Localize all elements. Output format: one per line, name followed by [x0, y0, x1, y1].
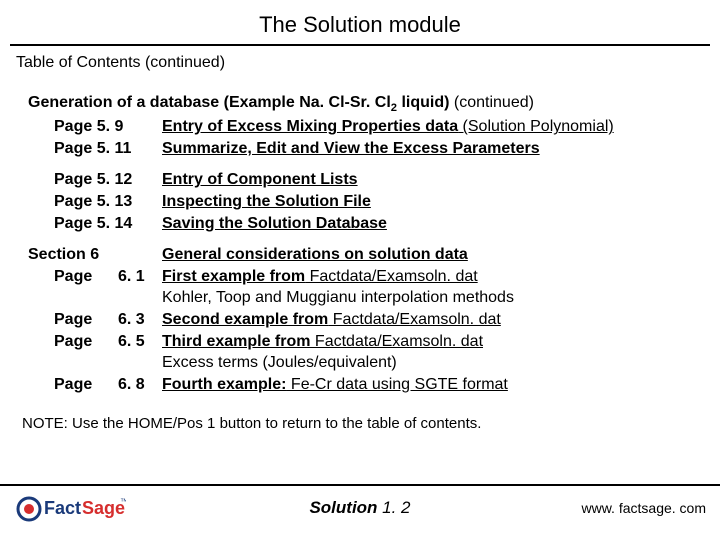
footer-module: Solution: [309, 498, 377, 517]
gen-lead-a: Generation of a database (Example Na. Cl…: [28, 94, 391, 111]
title-pre: The: [259, 12, 303, 37]
section-heading: Section 6 General considerations on solu…: [28, 244, 700, 266]
note: NOTE: Use the HOME/Pos 1 button to retur…: [0, 395, 720, 432]
note-label: NOTE:: [22, 415, 72, 432]
toc-row: Page 5. 11 Summarize, Edit and View the …: [54, 138, 700, 160]
toc-page-num: 6. 3: [118, 309, 162, 331]
toc-heading-suffix: (continued): [141, 54, 226, 71]
toc-note-text: Kohler, Toop and Muggianu interpolation …: [162, 287, 514, 309]
toc-note-text: Excess terms (Joules/equivalent): [162, 352, 397, 374]
toc-page-num: 6. 1: [118, 266, 162, 288]
toc-page-label: Page: [54, 309, 118, 331]
toc-note: Kohler, Toop and Muggianu interpolation …: [54, 287, 700, 309]
toc-link[interactable]: Second example from Factdata/Examsoln. d…: [162, 309, 501, 331]
title-post: module: [383, 12, 461, 37]
toc-heading: Table of Contents (continued): [0, 46, 720, 72]
toc-heading-main: Table of Contents: [16, 54, 141, 71]
toc-page-label: Page: [54, 374, 118, 396]
title-bold: Solution: [303, 12, 383, 37]
toc-row: Page 5. 14 Saving the Solution Database: [54, 213, 700, 235]
section-label: Section 6: [28, 244, 118, 266]
note-body: Use the HOME/Pos 1 button to return to t…: [72, 415, 481, 432]
toc-row: Page 6. 1 First example from Factdata/Ex…: [54, 266, 700, 288]
slide-title: The Solution module: [0, 0, 720, 44]
gen-rows: Page 5. 9 Entry of Excess Mixing Propert…: [28, 116, 700, 234]
toc-row: Page 6. 3 Second example from Factdata/E…: [54, 309, 700, 331]
toc-row: Page 5. 9 Entry of Excess Mixing Propert…: [54, 116, 700, 138]
toc-row: Page 5. 13 Inspecting the Solution File: [54, 191, 700, 213]
gen-lead-suffix: (continued): [449, 94, 534, 111]
toc-page: Page 5. 9: [54, 116, 162, 138]
toc-row: Page 5. 12 Entry of Component Lists: [54, 169, 700, 191]
section-title[interactable]: General considerations on solution data: [162, 244, 468, 266]
toc-page-label: Page: [54, 266, 118, 288]
toc-row: Page 6. 8 Fourth example: Fe-Cr data usi…: [54, 374, 700, 396]
toc-link[interactable]: Summarize, Edit and View the Excess Para…: [162, 138, 540, 160]
toc-page: Page 5. 12: [54, 169, 162, 191]
toc-row: Page 6. 5 Third example from Factdata/Ex…: [54, 331, 700, 353]
toc-page-num: 6. 5: [118, 331, 162, 353]
footer-url[interactable]: www. factsage. com: [582, 500, 707, 516]
toc-page: Page 5. 11: [54, 138, 162, 160]
toc-link[interactable]: Entry of Excess Mixing Properties data (…: [162, 116, 614, 138]
toc-link[interactable]: Entry of Component Lists: [162, 169, 358, 191]
toc-page: Page 5. 14: [54, 213, 162, 235]
sec6-rows: Page 6. 1 First example from Factdata/Ex…: [28, 266, 700, 396]
footer-page: 1. 2: [377, 498, 410, 517]
toc-page-label: Page: [54, 331, 118, 353]
generation-heading: Generation of a database (Example Na. Cl…: [28, 92, 700, 116]
toc-link[interactable]: Fourth example: Fe-Cr data using SGTE fo…: [162, 374, 508, 396]
toc-page-num: 6. 8: [118, 374, 162, 396]
toc-link[interactable]: First example from Factdata/Examsoln. da…: [162, 266, 478, 288]
toc-link[interactable]: Third example from Factdata/Examsoln. da…: [162, 331, 483, 353]
content-area: Generation of a database (Example Na. Cl…: [0, 72, 720, 395]
gen-lead-b: liquid): [397, 94, 449, 111]
toc-link[interactable]: Inspecting the Solution File: [162, 191, 371, 213]
toc-page: Page 5. 13: [54, 191, 162, 213]
toc-note: Excess terms (Joules/equivalent): [54, 352, 700, 374]
footer: Fact Sage ™ Solution 1. 2 www. factsage.…: [0, 484, 720, 534]
toc-link[interactable]: Saving the Solution Database: [162, 213, 387, 235]
